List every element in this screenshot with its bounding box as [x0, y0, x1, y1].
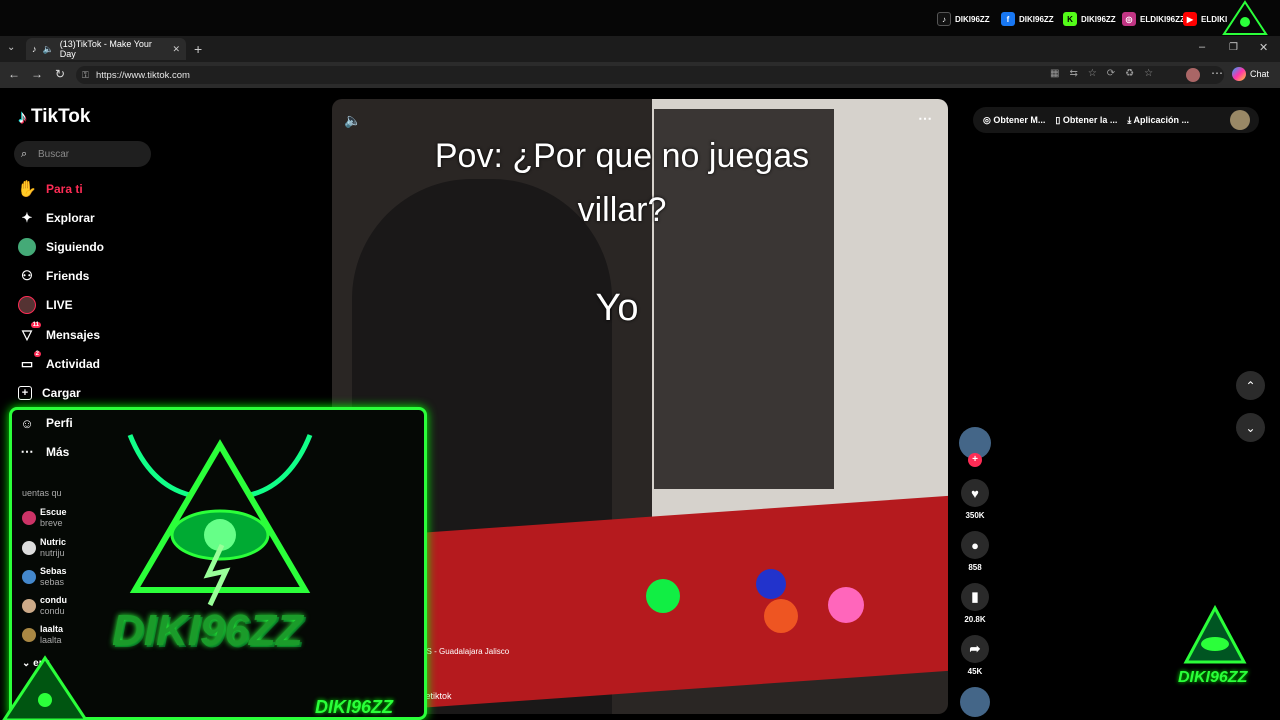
suggested-account[interactable]: Sebas sebas: [22, 564, 82, 590]
following-icon: [18, 238, 36, 256]
activity-badge: 2: [33, 351, 41, 357]
like-button[interactable]: ♥ 350K: [958, 479, 992, 520]
nav-friends[interactable]: ⚇ Friends: [18, 264, 138, 288]
copilot-chat-button[interactable]: Chat: [1232, 67, 1269, 81]
more-icon: ⋯: [20, 444, 34, 459]
compass-icon: ✦: [21, 210, 33, 225]
bookmark-icon: ▮: [961, 583, 989, 611]
avatar: [22, 628, 36, 642]
overlay-brand-text: DIKI96ZZ: [112, 606, 303, 655]
share-icon: ➦: [961, 635, 989, 663]
get-app-button[interactable]: ▯ Obtener la ...: [1055, 115, 1117, 126]
tiktok-favicon-icon: ♪: [32, 44, 37, 54]
tiktok-logo-icon: ♪: [18, 106, 27, 127]
user-avatar[interactable]: [1230, 110, 1250, 130]
avatar: [22, 570, 36, 584]
nav-live[interactable]: LIVE: [18, 293, 138, 317]
banner-logo-icon: [1222, 0, 1268, 35]
pool-ball-peach: [828, 587, 864, 623]
chevron-down-icon: ⌄: [1245, 420, 1256, 435]
nav-explorar[interactable]: ✦ Explorar: [18, 206, 138, 230]
pool-ball-red: [764, 599, 798, 633]
pool-ball-green: [646, 579, 680, 613]
activity-icon: ▭ 2: [20, 351, 41, 371]
nav-para-ti[interactable]: ✋ Para ti: [17, 177, 138, 201]
refresh-icon[interactable]: ↻: [55, 67, 65, 81]
facebook-icon: f: [1001, 12, 1015, 26]
comment-button[interactable]: ● 858: [958, 531, 992, 572]
minimize-icon[interactable]: –: [1199, 41, 1205, 53]
share-button[interactable]: ➦ 45K: [958, 635, 992, 676]
sound-avatar[interactable]: [960, 687, 990, 717]
download-app-button[interactable]: ⤓ Aplicación ...: [1127, 115, 1189, 126]
profile-icon: ☺: [20, 415, 34, 431]
tiktok-logo[interactable]: ♪ TikTok: [18, 106, 90, 128]
site-info-icon[interactable]: ⚿: [82, 70, 89, 81]
profile-avatar[interactable]: [1186, 68, 1200, 82]
back-icon[interactable]: ←: [8, 67, 20, 81]
forward-icon[interactable]: →: [31, 67, 43, 81]
social-instagram: ◎ ELDIKI96ZZ: [1122, 12, 1185, 26]
messages-icon: ▽ 11: [22, 322, 41, 342]
search-icon: ⌕: [21, 147, 28, 160]
get-coins-button[interactable]: ◎ Obtener M...: [983, 115, 1045, 126]
speaker-icon[interactable]: 🔈: [43, 44, 54, 55]
nav-cargar[interactable]: + Cargar: [18, 381, 138, 405]
avatar: [22, 541, 36, 555]
home-icon: ✋: [17, 181, 37, 198]
video-caption-line1: Pov: ¿Por que no juegas: [434, 137, 810, 175]
browser-tab[interactable]: ♪ 🔈 (13)TikTok - Make Your Day ✕: [26, 38, 186, 60]
diki-eye-logo-icon: [127, 434, 313, 607]
browser-tab-bar: [0, 36, 1280, 62]
close-window-icon[interactable]: ✕: [1259, 41, 1268, 54]
suggested-account[interactable]: Escue breve: [22, 505, 82, 531]
chevron-up-icon: ⌃: [1245, 378, 1256, 393]
overlay-corner-logo-icon: [2, 655, 88, 720]
search-input[interactable]: ⌕ Buscar: [14, 141, 151, 167]
more-options-icon[interactable]: ⋯: [918, 110, 932, 127]
creator-avatar[interactable]: +: [958, 427, 992, 467]
new-tab-icon[interactable]: +: [194, 41, 202, 57]
video-caption-yo: Yo: [595, 287, 639, 329]
suggested-account[interactable]: condu condu: [22, 593, 82, 619]
tiktok-icon: ♪: [937, 12, 951, 26]
volume-icon[interactable]: 🔈: [344, 112, 361, 129]
browser-menu-icon[interactable]: ⋯: [1211, 66, 1223, 80]
kick-icon: K: [1063, 12, 1077, 26]
top-actions-bar: ◎ Obtener M... ▯ Obtener la ... ⤓ Aplica…: [973, 107, 1259, 133]
instagram-icon: ◎: [1122, 12, 1136, 26]
live-icon: [18, 296, 36, 314]
suggested-accounts-heading: uentas qu: [22, 488, 62, 498]
youtube-icon: ▶: [1183, 12, 1197, 26]
comment-icon: ●: [961, 531, 989, 559]
follow-plus-icon[interactable]: +: [968, 453, 982, 467]
video-caption-line2: villar?: [577, 191, 667, 229]
restore-icon[interactable]: ❐: [1229, 42, 1238, 53]
friends-icon: ⚇: [21, 268, 33, 283]
social-tiktok: ♪ DIKI96ZZ: [937, 12, 990, 26]
avatar: [22, 511, 36, 525]
save-button[interactable]: ▮ 20.8K: [958, 583, 992, 624]
suggested-account[interactable]: laalta laalta: [22, 622, 82, 648]
nav-mensajes[interactable]: ▽ 11 Mensajes: [18, 322, 138, 347]
tab-list-icon[interactable]: ⌄: [7, 42, 15, 53]
social-kick: K DIKI96ZZ: [1063, 12, 1116, 26]
toolbar-extension-icons[interactable]: ▦⇆☆⟳♻☆: [1050, 68, 1163, 79]
nav-actividad[interactable]: ▭ 2 Actividad: [18, 351, 138, 376]
close-tab-icon[interactable]: ✕: [172, 44, 180, 55]
corner-brand-text: DIKI96ZZ: [1178, 669, 1248, 686]
pool-ball-blue: [756, 569, 786, 599]
upload-icon: +: [18, 386, 32, 400]
overlay-brand-small: DIKI96ZZ: [315, 697, 394, 717]
avatar: [22, 599, 36, 613]
social-facebook: f DIKI96ZZ: [1001, 12, 1054, 26]
next-video-button[interactable]: ⌄: [1236, 413, 1265, 442]
nav-siguiendo[interactable]: Siguiendo: [18, 235, 138, 259]
suggested-account[interactable]: Nutric nutriju: [22, 535, 82, 561]
messages-badge: 11: [30, 322, 41, 328]
copilot-icon: [1232, 67, 1246, 81]
heart-icon: ♥: [961, 479, 989, 507]
previous-video-button[interactable]: ⌃: [1236, 371, 1265, 400]
corner-eye-logo-icon: [1183, 604, 1247, 664]
